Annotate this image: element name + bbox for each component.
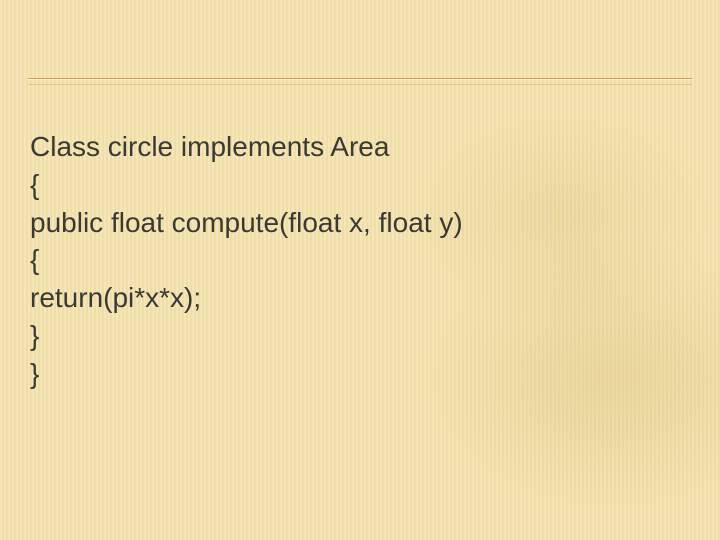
divider-line [28,78,692,80]
code-line: { [30,241,690,279]
code-block: Class circle implements Area { public fl… [30,128,690,393]
code-line: return(pi*x*x); [30,279,690,317]
divider-line-secondary [28,84,692,85]
code-line: { [30,166,690,204]
code-line: } [30,355,690,393]
code-line: Class circle implements Area [30,128,690,166]
code-line: } [30,317,690,355]
slide: Class circle implements Area { public fl… [0,0,720,540]
code-line: public float compute(float x, float y) [30,204,690,242]
